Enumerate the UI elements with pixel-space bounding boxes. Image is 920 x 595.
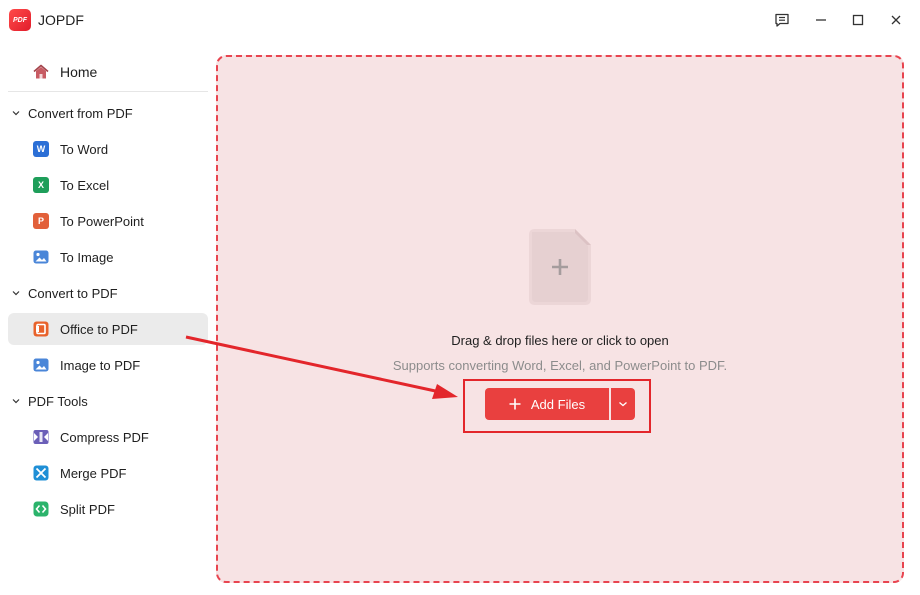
sidebar-item-label: Home bbox=[60, 64, 98, 80]
sidebar-item-label: To PowerPoint bbox=[60, 213, 144, 229]
sidebar-item-to-word[interactable]: W To Word bbox=[8, 133, 208, 165]
group-label: PDF Tools bbox=[28, 393, 88, 409]
chevron-down-icon bbox=[619, 402, 627, 407]
image-icon bbox=[33, 250, 49, 264]
image-icon bbox=[33, 358, 49, 372]
sidebar-item-label: Merge PDF bbox=[60, 465, 127, 481]
app-logo-text: PDF bbox=[13, 16, 27, 24]
group-convert-from-pdf[interactable]: Convert from PDF bbox=[8, 99, 208, 127]
add-files-label: Add Files bbox=[530, 396, 586, 412]
app-title: JOPDF bbox=[38, 12, 84, 28]
file-placeholder-icon bbox=[529, 229, 591, 305]
sidebar-item-office-to-pdf[interactable]: Office to PDF bbox=[8, 313, 208, 345]
powerpoint-icon-letter: P bbox=[37, 216, 44, 226]
maximize-button[interactable] bbox=[845, 8, 871, 32]
home-icon bbox=[33, 64, 49, 79]
minimize-button[interactable] bbox=[808, 8, 834, 32]
sidebar-item-split-pdf[interactable]: Split PDF bbox=[8, 493, 208, 525]
close-icon bbox=[891, 15, 901, 25]
sidebar-item-label: To Excel bbox=[60, 177, 110, 193]
office-icon bbox=[33, 321, 49, 337]
merge-icon bbox=[33, 465, 49, 481]
sidebar: Home Convert from PDF W To Word X To Exc… bbox=[0, 48, 214, 595]
excel-icon: X bbox=[33, 177, 49, 193]
sidebar-item-image-to-pdf[interactable]: Image to PDF bbox=[8, 349, 208, 381]
drop-title: Drag & drop files here or click to open bbox=[451, 333, 669, 348]
word-icon-letter: W bbox=[36, 144, 46, 154]
sidebar-item-label: To Word bbox=[60, 141, 109, 157]
sidebar-item-to-excel[interactable]: X To Excel bbox=[8, 169, 208, 201]
group-convert-to-pdf[interactable]: Convert to PDF bbox=[8, 279, 208, 307]
split-icon bbox=[33, 501, 49, 517]
sidebar-item-to-image[interactable]: To Image bbox=[8, 241, 208, 273]
sidebar-item-home[interactable]: Home bbox=[8, 56, 208, 88]
chevron-down-icon bbox=[12, 399, 20, 404]
add-files-dropdown[interactable] bbox=[611, 388, 635, 420]
close-button[interactable] bbox=[883, 8, 909, 32]
sidebar-item-label: Image to PDF bbox=[60, 357, 141, 373]
group-label: Convert to PDF bbox=[28, 285, 118, 301]
drop-zone[interactable]: Drag & drop files here or click to open … bbox=[216, 55, 904, 583]
word-icon: W bbox=[33, 141, 49, 157]
group-label: Convert from PDF bbox=[28, 105, 133, 121]
chevron-down-icon bbox=[12, 111, 20, 116]
minimize-icon bbox=[816, 19, 826, 21]
powerpoint-icon: P bbox=[33, 213, 49, 229]
sidebar-item-merge-pdf[interactable]: Merge PDF bbox=[8, 457, 208, 489]
plus-icon bbox=[509, 398, 521, 410]
sidebar-item-label: Compress PDF bbox=[60, 429, 149, 445]
sidebar-divider bbox=[8, 91, 208, 92]
feedback-button[interactable] bbox=[769, 8, 795, 32]
title-bar: PDF JOPDF bbox=[0, 0, 920, 40]
compress-icon bbox=[33, 430, 49, 444]
sidebar-item-compress-pdf[interactable]: Compress PDF bbox=[8, 421, 208, 453]
feedback-icon bbox=[775, 13, 789, 27]
plus-icon bbox=[552, 259, 568, 275]
group-pdf-tools[interactable]: PDF Tools bbox=[8, 387, 208, 415]
add-files-button[interactable]: Add Files bbox=[485, 388, 609, 420]
app-logo: PDF bbox=[9, 9, 31, 31]
chevron-down-icon bbox=[12, 291, 20, 296]
maximize-icon bbox=[852, 14, 864, 26]
sidebar-item-to-powerpoint[interactable]: P To PowerPoint bbox=[8, 205, 208, 237]
drop-subtitle: Supports converting Word, Excel, and Pow… bbox=[392, 358, 728, 373]
sidebar-item-label: To Image bbox=[60, 249, 114, 265]
excel-icon-letter: X bbox=[37, 180, 44, 190]
sidebar-item-label: Office to PDF bbox=[60, 321, 138, 337]
sidebar-item-label: Split PDF bbox=[60, 501, 115, 517]
